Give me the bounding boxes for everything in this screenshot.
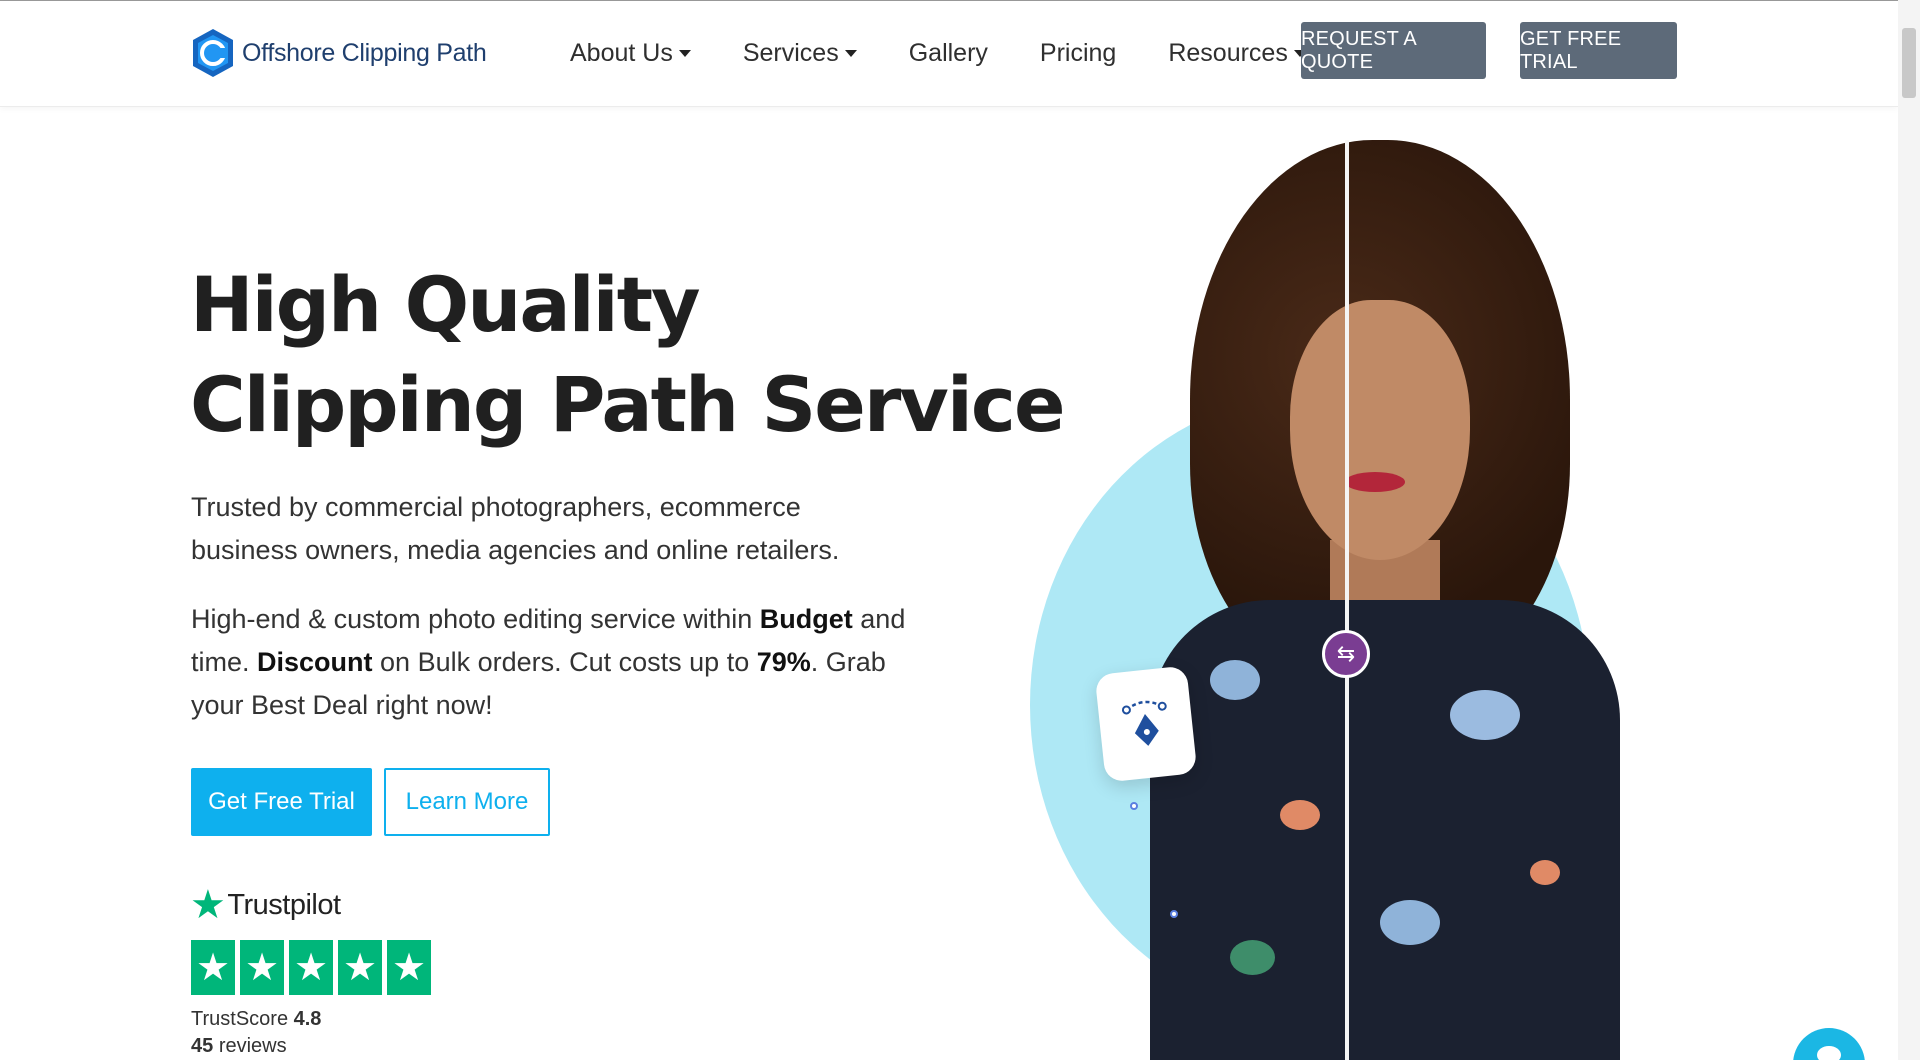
hero-description: High-end & custom photo editing service … <box>191 598 911 727</box>
hero-title-line-1: High Quality <box>190 260 701 349</box>
hero-title-line-2: Clipping Path Service <box>190 360 1065 449</box>
hero-desc-budget: Budget <box>759 604 853 634</box>
main-nav: About Us Services Gallery Pricing Resour… <box>570 39 1358 68</box>
nav-gallery[interactable]: Gallery <box>909 39 988 68</box>
review-count-label: reviews <box>218 1035 287 1057</box>
scrollbar-thumb[interactable] <box>1902 28 1916 98</box>
pen-tool-icon <box>1121 700 1167 746</box>
trustscore: TrustScore 4.8 <box>191 1008 321 1031</box>
get-free-trial-button[interactable]: Get Free Trial <box>191 768 372 836</box>
nav-about-us[interactable]: About Us <box>570 39 691 68</box>
nav-gallery-label: Gallery <box>908 39 988 67</box>
trustpilot-brand-name: Trustpilot <box>227 888 341 921</box>
path-anchor-point <box>1170 910 1178 918</box>
get-free-trial-header-button[interactable]: GET FREE TRIAL <box>1520 22 1677 79</box>
page-scrollbar[interactable] <box>1898 0 1920 1060</box>
comparison-divider[interactable] <box>1345 140 1349 1060</box>
nav-pricing-label: Pricing <box>1039 39 1117 67</box>
dress-flower <box>1210 660 1260 700</box>
hero-title: High Quality Clipping Path Service <box>190 255 1065 455</box>
hero-subtitle: Trusted by commercial photographers, eco… <box>191 492 840 565</box>
request-quote-button[interactable]: REQUEST A QUOTE <box>1301 22 1486 79</box>
caret-down-icon <box>678 50 691 57</box>
rating-star-icon: ★ <box>240 940 284 995</box>
hero-desc-text-3: on Bulk orders. Cut costs up to <box>372 647 757 677</box>
nav-about-us-label: About Us <box>570 39 673 67</box>
trustpilot-star-rating: ★ ★ ★ ★ ★ <box>191 940 436 995</box>
rating-star-icon: ★ <box>338 940 382 995</box>
logo-text: Offshore Clipping Path <box>242 38 487 67</box>
pen-tool-card <box>1094 665 1198 783</box>
hero-desc-text-1: High-end & custom photo editing service … <box>191 604 760 634</box>
dress-leaf <box>1230 940 1275 975</box>
nav-resources[interactable]: Resources <box>1168 39 1306 68</box>
dress-flower <box>1280 800 1320 830</box>
site-logo[interactable]: Offshore Clipping Path <box>190 27 487 79</box>
dress-flower <box>1450 690 1520 740</box>
nav-services-label: Services <box>742 39 839 67</box>
swap-arrows-icon[interactable]: ⇆ <box>1322 630 1370 678</box>
dress-flower <box>1530 860 1560 885</box>
hero-desc-discount: Discount <box>257 647 373 677</box>
portrait-face <box>1290 300 1470 560</box>
learn-more-button[interactable]: Learn More <box>384 768 550 836</box>
trustpilot-brand[interactable]: ★ Trustpilot <box>190 885 341 925</box>
trustpilot-star-icon: ★ <box>190 883 226 927</box>
hero-desc-percent: 79% <box>756 647 811 677</box>
portrait-dress <box>1150 600 1620 1060</box>
logo-mark-icon <box>190 27 236 79</box>
review-count-value: 45 <box>191 1035 214 1057</box>
rating-star-icon: ★ <box>289 940 333 995</box>
nav-services[interactable]: Services <box>743 39 857 68</box>
portrait-lips <box>1345 472 1405 492</box>
nav-resources-label: Resources <box>1168 39 1288 67</box>
caret-down-icon <box>844 50 857 57</box>
chat-icon[interactable] <box>1793 1028 1865 1060</box>
rating-star-icon: ★ <box>191 940 235 995</box>
hero-comparison-image[interactable]: ⇆ <box>1000 140 1640 1060</box>
trustscore-value: 4.8 <box>293 1008 322 1030</box>
site-header: Offshore Clipping Path About Us Services… <box>0 1 1898 107</box>
dress-flower <box>1380 900 1440 945</box>
nav-pricing[interactable]: Pricing <box>1040 39 1116 68</box>
review-count: 45 reviews <box>191 1035 287 1058</box>
path-anchor-point <box>1130 802 1138 810</box>
trustscore-label: TrustScore <box>191 1008 289 1030</box>
rating-star-icon: ★ <box>387 940 431 995</box>
